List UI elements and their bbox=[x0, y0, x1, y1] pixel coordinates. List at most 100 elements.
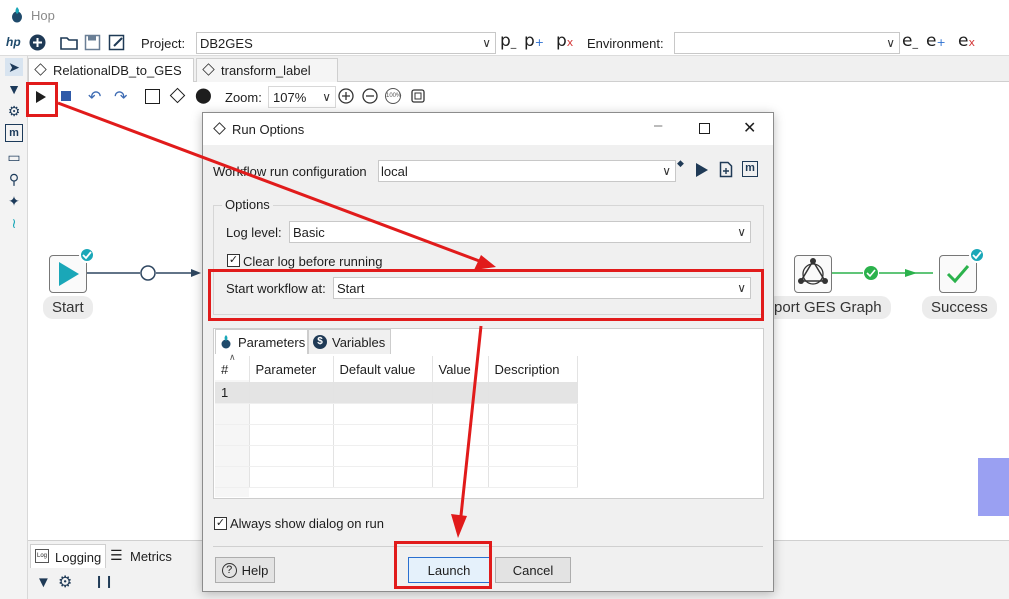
table-cell[interactable] bbox=[432, 382, 489, 404]
column-header[interactable]: Value bbox=[432, 356, 489, 382]
app-title: Hop bbox=[31, 8, 55, 23]
open-folder-icon[interactable] bbox=[60, 34, 78, 51]
cancel-button[interactable]: Cancel bbox=[495, 557, 571, 583]
dialog-title: Run Options bbox=[232, 122, 305, 137]
gear-icon[interactable]: ⚙ bbox=[58, 572, 72, 592]
window-title-bar: Hop bbox=[0, 0, 1009, 31]
zoom-out-icon[interactable] bbox=[362, 88, 378, 104]
chevron-down-icon: ∨ bbox=[482, 36, 491, 50]
edit-config-icon[interactable]: ◆ bbox=[677, 158, 684, 169]
column-header[interactable]: Parameter bbox=[249, 356, 334, 382]
table-row[interactable] bbox=[215, 445, 578, 467]
tab-parameters[interactable]: Parameters bbox=[215, 329, 308, 354]
project-select[interactable]: DB2GES ∨ bbox=[196, 32, 496, 54]
tab-label: Parameters bbox=[238, 335, 306, 350]
environment-select[interactable]: ∨ bbox=[674, 32, 900, 54]
table-row[interactable] bbox=[215, 466, 578, 488]
table-cell[interactable] bbox=[333, 382, 433, 404]
plugin-icon[interactable]: ✦ bbox=[5, 192, 23, 210]
minimize-icon[interactable]: – bbox=[654, 117, 662, 134]
table-cell[interactable] bbox=[488, 382, 578, 404]
gear-icon[interactable]: ⚙ bbox=[5, 102, 23, 120]
delete-project-button[interactable]: px bbox=[556, 31, 573, 51]
save-as-icon[interactable] bbox=[108, 34, 126, 51]
add-environment-button[interactable]: e+ bbox=[926, 31, 946, 51]
table-cell[interactable] bbox=[249, 382, 334, 404]
log-level-select[interactable]: Basic ∨ bbox=[289, 221, 751, 243]
log-level-value: Basic bbox=[293, 225, 325, 240]
file-tab-bar: RelationalDB_to_GES transform_label bbox=[28, 56, 1009, 82]
workflow-icon bbox=[202, 63, 215, 76]
search-icon[interactable]: ⚲ bbox=[5, 170, 23, 188]
graph-icon bbox=[798, 258, 828, 285]
filter-icon[interactable]: ▼ bbox=[36, 574, 51, 591]
help-button[interactable]: ? Help bbox=[215, 557, 275, 583]
table-row[interactable] bbox=[215, 424, 578, 446]
redo-icon[interactable]: ↷ bbox=[114, 87, 127, 107]
dialog-title-bar: Run Options – ✕ bbox=[203, 113, 773, 145]
column-header[interactable]: # bbox=[215, 356, 250, 382]
location-pin-icon[interactable]: ⬤ bbox=[195, 86, 212, 104]
tab-label: Metrics bbox=[130, 549, 172, 564]
edit-project-button[interactable]: p_ bbox=[500, 31, 516, 51]
run-config-play-icon[interactable] bbox=[695, 162, 709, 178]
list-icon: ☰ bbox=[110, 547, 123, 563]
table-cell[interactable]: 1 bbox=[215, 382, 250, 404]
close-icon[interactable]: ✕ bbox=[743, 118, 756, 138]
maximize-icon[interactable] bbox=[699, 123, 710, 134]
tab-label: transform_label bbox=[221, 63, 311, 78]
tab-logging[interactable]: Log Logging bbox=[30, 544, 106, 568]
always-show-checkbox[interactable]: ✓ bbox=[214, 517, 227, 530]
note-block[interactable] bbox=[978, 458, 1009, 516]
metadata-icon[interactable]: m bbox=[5, 124, 23, 142]
chevron-down-icon: ∨ bbox=[662, 164, 671, 178]
log-icon: Log bbox=[35, 549, 49, 563]
run-config-select[interactable]: local ∨ bbox=[378, 160, 676, 182]
clear-log-checkbox[interactable]: ✓ bbox=[227, 254, 240, 267]
zoom-fit-icon[interactable] bbox=[410, 88, 426, 104]
align-icon[interactable] bbox=[169, 87, 186, 104]
node-label: Start bbox=[43, 296, 93, 319]
undo-icon[interactable]: ↶ bbox=[88, 87, 101, 107]
git-icon[interactable]: ≀ bbox=[5, 214, 23, 232]
metadata-icon[interactable]: m bbox=[742, 161, 758, 177]
data-orchestration-icon[interactable]: ➤ bbox=[5, 58, 23, 76]
folder-icon[interactable]: ▭ bbox=[5, 148, 23, 166]
table-row[interactable]: 1 bbox=[215, 382, 578, 404]
table-row[interactable] bbox=[215, 403, 578, 425]
clear-log-label: Clear log before running bbox=[243, 254, 383, 269]
import-ges-graph-node[interactable] bbox=[794, 255, 832, 293]
location-pin-icon[interactable]: ▼ bbox=[5, 80, 23, 98]
column-header[interactable]: Default value bbox=[333, 356, 433, 382]
help-label: Help bbox=[241, 562, 269, 578]
stop-icon[interactable] bbox=[61, 91, 71, 101]
zoom-select[interactable]: 107% ∨ bbox=[268, 86, 336, 108]
add-project-button[interactable]: p+ bbox=[524, 31, 544, 51]
save-icon[interactable] bbox=[84, 34, 101, 51]
zoom-in-icon[interactable] bbox=[338, 88, 354, 104]
edit-environment-button[interactable]: e_ bbox=[902, 31, 918, 51]
variable-icon: $ bbox=[313, 335, 327, 349]
pause-icon[interactable]: ❙❙ bbox=[94, 574, 114, 588]
annotation-box-run bbox=[26, 82, 58, 117]
tab-metrics[interactable]: ☰ Metrics bbox=[108, 544, 180, 568]
snap-grid-icon[interactable] bbox=[145, 89, 160, 104]
zoom-value: 107% bbox=[273, 90, 307, 105]
annotation-box-launch bbox=[394, 541, 492, 589]
always-show-label: Always show dialog on run bbox=[230, 516, 384, 531]
tab-relationaldb-to-ges[interactable]: RelationalDB_to_GES bbox=[28, 58, 194, 82]
new-config-icon[interactable] bbox=[719, 161, 733, 178]
project-value: DB2GES bbox=[200, 36, 253, 51]
run-config-label: Workflow run configuration bbox=[213, 164, 367, 179]
delete-environment-button[interactable]: ex bbox=[958, 31, 975, 51]
tab-variables[interactable]: $ Variables bbox=[308, 329, 391, 354]
tab-transform-label[interactable]: transform_label bbox=[196, 58, 338, 82]
parameters-table: # Parameter Default value Value Descript… bbox=[215, 356, 578, 488]
project-label: Project: bbox=[141, 36, 186, 51]
zoom-100-icon[interactable]: 100% bbox=[385, 88, 401, 104]
hop-gui-icon[interactable]: hp bbox=[6, 35, 21, 49]
play-icon bbox=[59, 262, 79, 286]
column-header[interactable]: Description bbox=[488, 356, 578, 382]
new-file-icon[interactable] bbox=[29, 34, 46, 51]
parameters-table-area: ∧ # Parameter Default value Value Descri… bbox=[215, 352, 762, 497]
